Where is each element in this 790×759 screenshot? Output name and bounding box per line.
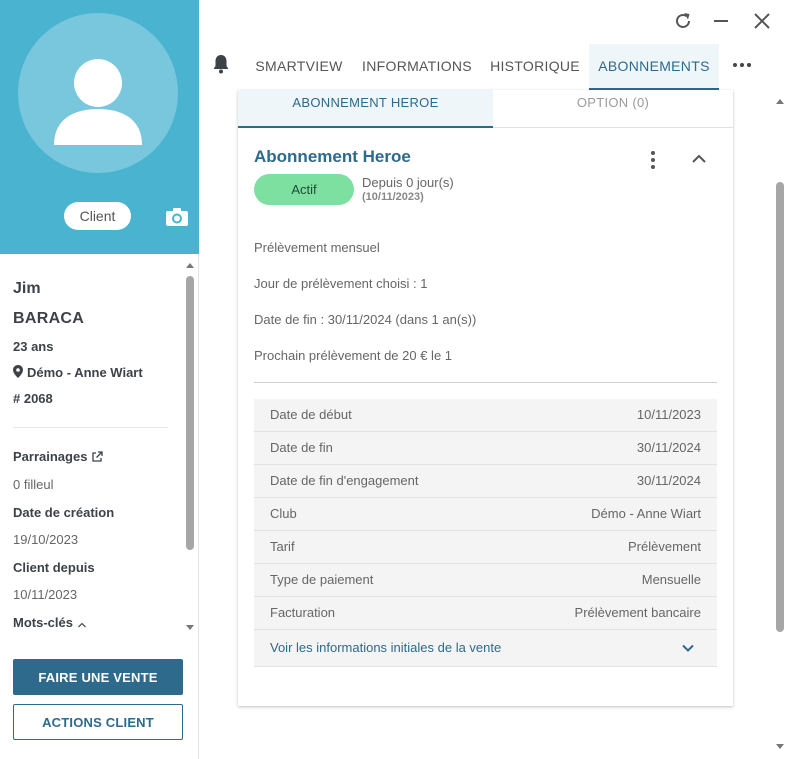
client-last-name: BARACA bbox=[13, 310, 85, 327]
client-info-scroll[interactable]: Jim BARACA 23 ans Démo - Anne Wiart # 20… bbox=[0, 254, 199, 638]
profile-header: Client bbox=[0, 0, 199, 254]
client-club: Démo - Anne Wiart bbox=[13, 365, 143, 380]
scroll-down-arrow-icon[interactable] bbox=[185, 624, 195, 631]
initial-sale-info-toggle[interactable]: Voir les informations initiales de la ve… bbox=[254, 630, 717, 667]
external-link-icon[interactable] bbox=[91, 451, 104, 463]
detail-end-date: Date de fin : 30/11/2024 (dans 1 an(s)) bbox=[254, 312, 477, 327]
minimize-icon[interactable] bbox=[710, 10, 732, 32]
subtab-subscription[interactable]: ABONNEMENT HEROE bbox=[238, 90, 493, 128]
creation-date-value: 19/10/2023 bbox=[13, 532, 79, 547]
close-icon[interactable] bbox=[751, 10, 773, 32]
scroll-down-arrow-icon[interactable] bbox=[775, 743, 785, 750]
client-since-value: 10/11/2023 bbox=[13, 587, 78, 602]
client-member-id: # 2068 bbox=[13, 391, 53, 406]
divider bbox=[13, 427, 168, 428]
client-type-badge: Client bbox=[64, 202, 131, 230]
detail-next-payment: Prochain prélèvement de 20 € le 1 bbox=[254, 348, 453, 363]
table-row: Club Démo - Anne Wiart bbox=[254, 498, 717, 531]
main-scrollbar[interactable] bbox=[772, 90, 788, 759]
referrals-value: 0 filleul bbox=[13, 477, 54, 492]
scroll-up-arrow-icon[interactable] bbox=[775, 98, 785, 105]
bell-icon[interactable] bbox=[211, 53, 231, 75]
subscription-card: ABONNEMENT HEROE OPTION (0) Abonnement H… bbox=[238, 90, 733, 706]
tab-smartview[interactable]: SMARTVIEW bbox=[249, 44, 349, 90]
table-row: Date de fin d'engagement 30/11/2024 bbox=[254, 465, 717, 498]
table-row: Facturation Prélèvement bancaire bbox=[254, 597, 717, 630]
client-club-name: Démo - Anne Wiart bbox=[27, 365, 143, 380]
referrals-label[interactable]: Parrainages bbox=[13, 449, 104, 464]
initial-sale-info-link[interactable]: Voir les informations initiales de la ve… bbox=[270, 630, 501, 666]
main-scrollbar-thumb[interactable] bbox=[776, 182, 784, 632]
chevron-up-icon bbox=[78, 622, 86, 628]
refresh-icon[interactable] bbox=[672, 10, 694, 32]
table-row: Date de début 10/11/2023 bbox=[254, 399, 717, 432]
camera-icon[interactable] bbox=[165, 207, 189, 227]
client-since-label: Client depuis bbox=[13, 560, 95, 575]
subscription-since-date: (10/11/2023) bbox=[362, 191, 424, 203]
more-options-icon[interactable] bbox=[731, 58, 753, 72]
client-age: 23 ans bbox=[13, 339, 54, 354]
subtab-options[interactable]: OPTION (0) bbox=[493, 90, 733, 128]
table-row: Type de paiement Mensuelle bbox=[254, 564, 717, 597]
avatar[interactable] bbox=[18, 13, 178, 173]
status-badge: Actif bbox=[254, 174, 354, 205]
divider bbox=[254, 382, 717, 383]
chevron-down-icon[interactable] bbox=[681, 643, 695, 653]
user-silhouette-icon bbox=[54, 59, 142, 145]
scroll-up-arrow-icon[interactable] bbox=[185, 262, 195, 269]
client-first-name: Jim bbox=[13, 280, 41, 297]
client-sidebar: Client Jim BARACA 23 ans Démo - Anne Wia… bbox=[0, 0, 199, 759]
tab-historique[interactable]: HISTORIQUE bbox=[485, 44, 585, 90]
client-actions-button[interactable]: ACTIONS CLIENT bbox=[13, 704, 183, 740]
make-sale-button[interactable]: FAIRE UNE VENTE bbox=[13, 659, 183, 695]
sidebar-scrollbar[interactable] bbox=[183, 254, 197, 638]
subscription-details-table: Date de début 10/11/2023 Date de fin 30/11… bbox=[254, 399, 717, 667]
tab-informations[interactable]: INFORMATIONS bbox=[356, 44, 478, 90]
sidebar-scrollbar-thumb[interactable] bbox=[186, 276, 194, 550]
table-row: Tarif Prélèvement bbox=[254, 531, 717, 564]
keywords-toggle[interactable]: Mots-clés bbox=[13, 615, 87, 630]
subscription-title: Abonnement Heroe bbox=[254, 147, 411, 166]
location-pin-icon bbox=[13, 365, 23, 378]
subscription-since: Depuis 0 jour(s) bbox=[362, 175, 454, 190]
collapse-chevron-icon[interactable] bbox=[690, 152, 708, 166]
kebab-menu-icon[interactable] bbox=[646, 150, 660, 170]
detail-payment-day: Jour de prélèvement choisi : 1 bbox=[254, 276, 428, 291]
creation-date-label: Date de création bbox=[13, 505, 115, 520]
detail-payment-frequency: Prélèvement mensuel bbox=[254, 240, 380, 255]
tab-abonnements[interactable]: ABONNEMENTS bbox=[589, 44, 719, 90]
table-row: Date de fin 30/11/2024 bbox=[254, 432, 717, 465]
